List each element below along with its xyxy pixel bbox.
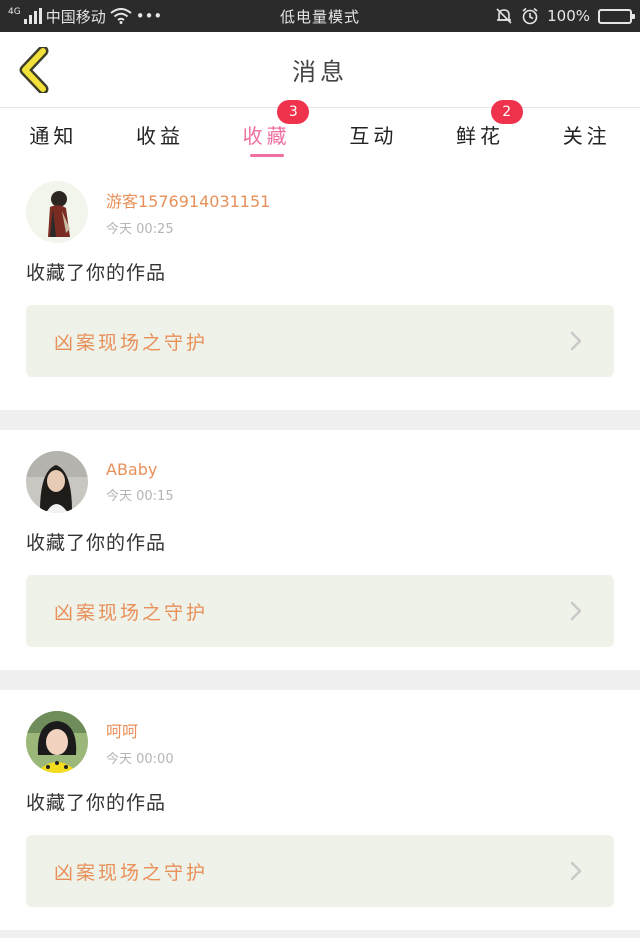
list-item: 呵呵 今天 00:00 收藏了你的作品 凶案现场之守护 bbox=[0, 690, 640, 930]
tab-label: 通知 bbox=[29, 123, 78, 148]
user-row[interactable]: ABaby 今天 00:15 bbox=[26, 450, 614, 514]
wifi-icon bbox=[110, 8, 132, 24]
chevron-left-icon bbox=[19, 47, 49, 93]
user-row[interactable]: 呵呵 今天 00:00 bbox=[26, 710, 614, 774]
user-meta: 游客1576914031151 今天 00:25 bbox=[106, 188, 270, 237]
message-list: 游客1576914031151 今天 00:25 收藏了你的作品 凶案现场之守护 bbox=[0, 160, 640, 930]
action-text: 收藏了你的作品 bbox=[26, 262, 167, 284]
spacer bbox=[0, 160, 640, 170]
work-title: 凶案现场之守护 bbox=[54, 861, 209, 884]
timestamp: 今天 00:00 bbox=[106, 751, 174, 767]
power-mode-label: 低电量模式 bbox=[279, 7, 361, 26]
avatar[interactable] bbox=[26, 711, 88, 773]
page-title: 消息 bbox=[292, 58, 348, 86]
work-title: 凶案现场之守护 bbox=[54, 331, 209, 354]
unread-badge: 2 bbox=[490, 100, 523, 124]
tab-label: 关注 bbox=[562, 123, 611, 148]
username[interactable]: 呵呵 bbox=[106, 718, 174, 742]
user-row[interactable]: 游客1576914031151 今天 00:25 bbox=[26, 180, 614, 244]
timestamp: 今天 00:15 bbox=[106, 489, 174, 504]
signal-icon: 4G bbox=[8, 8, 42, 24]
action-text: 收藏了你的作品 bbox=[26, 792, 167, 814]
tab-label: 鲜花 bbox=[456, 123, 505, 148]
tab-earnings[interactable]: 收益 bbox=[107, 108, 214, 160]
nav-header: 消息 bbox=[0, 32, 640, 108]
back-button[interactable] bbox=[14, 46, 54, 94]
alarm-icon bbox=[522, 7, 538, 25]
tab-notifications[interactable]: 通知 bbox=[0, 108, 107, 160]
user-meta: 呵呵 今天 00:00 bbox=[106, 718, 174, 767]
divider bbox=[0, 670, 640, 690]
battery-percent: 100% bbox=[547, 7, 590, 25]
username[interactable]: ABaby bbox=[106, 460, 174, 479]
action-text: 收藏了你的作品 bbox=[26, 532, 167, 554]
unread-badge: 3 bbox=[277, 100, 310, 124]
tab-favorites[interactable]: 收藏 3 bbox=[213, 100, 320, 160]
tab-interactions[interactable]: 互动 bbox=[320, 108, 427, 160]
status-left: 4G 中国移动 ••• bbox=[8, 6, 162, 27]
username[interactable]: 游客1576914031151 bbox=[106, 188, 270, 212]
list-item: 游客1576914031151 今天 00:25 收藏了你的作品 凶案现场之守护 bbox=[0, 170, 640, 410]
more-dots: ••• bbox=[135, 7, 163, 25]
tab-label: 互动 bbox=[349, 123, 398, 148]
active-tab-indicator bbox=[249, 154, 284, 157]
tab-follows[interactable]: 关注 bbox=[533, 108, 640, 160]
work-link[interactable]: 凶案现场之守护 bbox=[26, 835, 614, 907]
status-bar: 4G 中国移动 ••• 低电量模式 100% bbox=[0, 0, 640, 32]
mute-bell-icon bbox=[496, 8, 512, 24]
chevron-right-icon bbox=[570, 331, 582, 351]
work-link[interactable]: 凶案现场之守护 bbox=[26, 305, 614, 377]
carrier-name: 中国移动 bbox=[45, 7, 106, 26]
chevron-right-icon bbox=[570, 601, 582, 621]
divider bbox=[0, 410, 640, 430]
battery-icon bbox=[598, 8, 635, 24]
avatar[interactable] bbox=[26, 451, 88, 513]
tab-bar: 通知 收益 收藏 3 互动 鲜花 2 关注 bbox=[0, 100, 640, 160]
tab-label: 收藏 bbox=[242, 123, 291, 148]
status-right: 100% bbox=[495, 7, 635, 25]
tab-label: 收益 bbox=[136, 123, 184, 148]
avatar[interactable] bbox=[26, 181, 88, 243]
user-meta: ABaby 今天 00:15 bbox=[106, 460, 174, 504]
timestamp: 今天 00:25 bbox=[106, 221, 174, 237]
list-item: ABaby 今天 00:15 收藏了你的作品 凶案现场之守护 bbox=[0, 430, 640, 670]
tab-flowers[interactable]: 鲜花 2 bbox=[427, 100, 534, 160]
chevron-right-icon bbox=[570, 861, 582, 881]
work-title: 凶案现场之守护 bbox=[54, 601, 209, 624]
work-link[interactable]: 凶案现场之守护 bbox=[26, 575, 614, 647]
network-type: 4G bbox=[8, 7, 21, 17]
